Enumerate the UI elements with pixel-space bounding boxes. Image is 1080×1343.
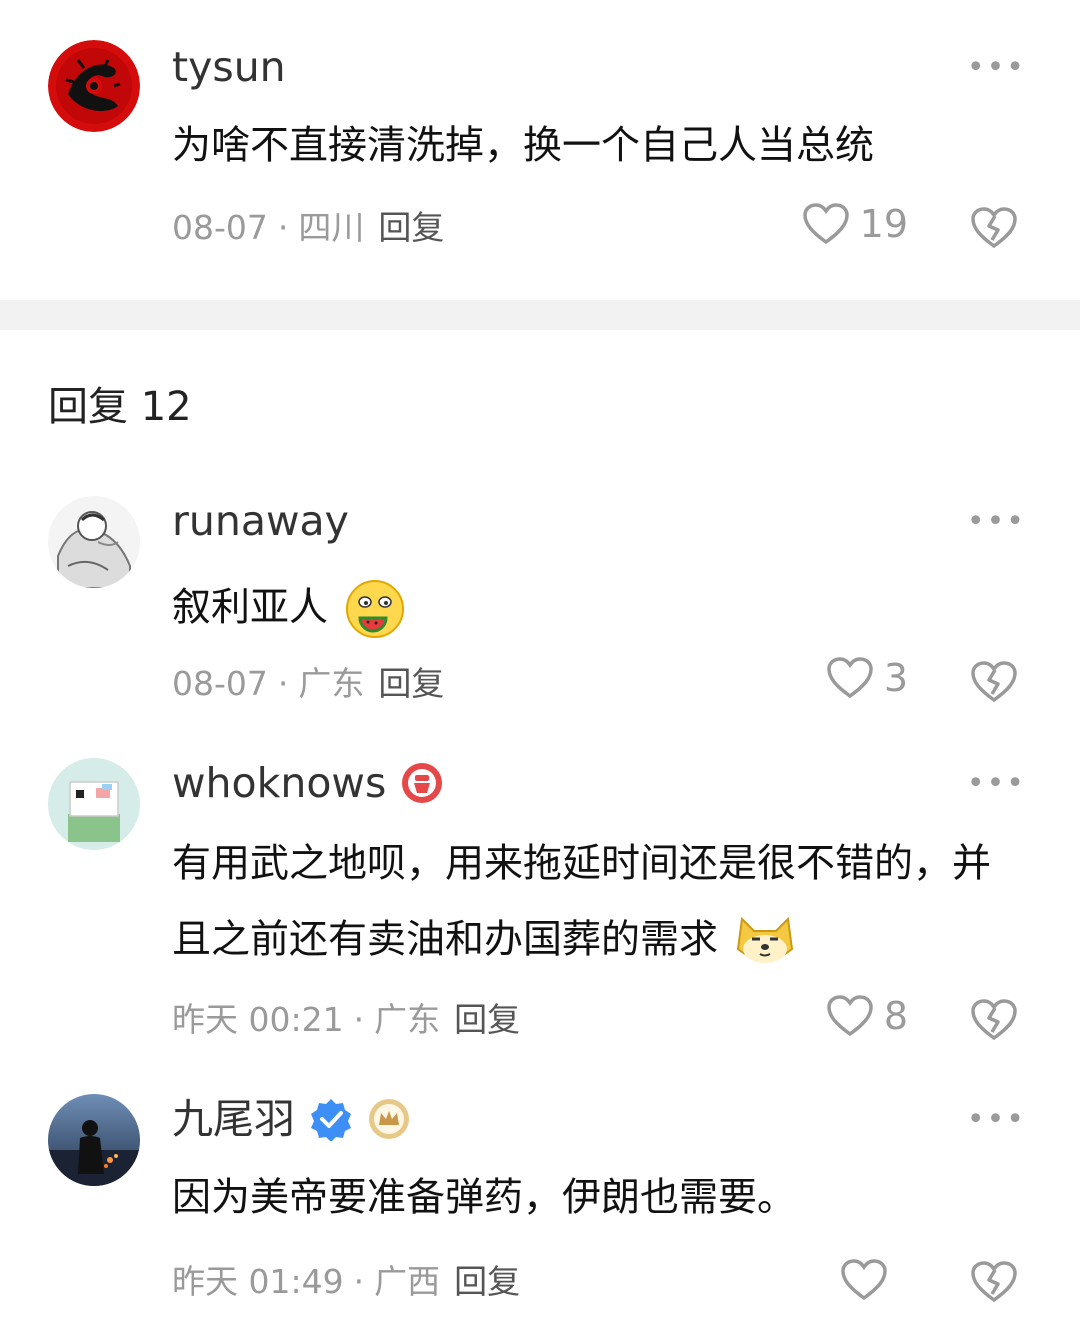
reply-button[interactable]: 回复 bbox=[378, 662, 444, 706]
eating-watermelon-emoji-icon bbox=[346, 579, 405, 638]
reply-button[interactable]: 回复 bbox=[454, 998, 520, 1042]
comment-text: 因为美帝要准备弹药，伊朗也需要。 bbox=[172, 1175, 797, 1221]
avatar[interactable] bbox=[48, 758, 140, 850]
more-options-icon[interactable]: ••• bbox=[967, 53, 1026, 83]
broken-heart-icon bbox=[971, 661, 1017, 703]
comment-date: 昨天 01:49 bbox=[172, 1262, 344, 1301]
heart-icon bbox=[841, 1259, 887, 1301]
separator-dot: · bbox=[353, 1262, 365, 1301]
more-options-icon[interactable]: ••• bbox=[967, 507, 1026, 537]
broken-heart-icon bbox=[971, 1261, 1017, 1303]
avatar[interactable] bbox=[48, 1094, 140, 1186]
dislike-button[interactable] bbox=[970, 206, 1018, 250]
like-button[interactable]: 8 bbox=[826, 994, 908, 1038]
username[interactable]: whoknows bbox=[172, 758, 444, 808]
username[interactable]: runaway bbox=[172, 496, 349, 546]
avatar[interactable] bbox=[48, 40, 140, 132]
reply-button[interactable]: 回复 bbox=[378, 206, 444, 250]
comment-meta: 昨天 01:49 · 广西 回复 bbox=[172, 1260, 520, 1304]
comment-date: 昨天 00:21 bbox=[172, 1000, 344, 1039]
comment-text: 叙利亚人 bbox=[172, 570, 992, 646]
comment-meta: 昨天 00:21 · 广东 回复 bbox=[172, 998, 520, 1042]
dislike-button[interactable] bbox=[970, 1260, 1018, 1304]
comment-date: 08-07 bbox=[172, 664, 268, 703]
dislike-button[interactable] bbox=[970, 998, 1018, 1042]
like-button[interactable] bbox=[840, 1258, 898, 1302]
username[interactable]: 九尾羽 bbox=[172, 1094, 411, 1144]
separator-dot: · bbox=[353, 1000, 365, 1039]
more-options-icon[interactable]: ••• bbox=[967, 1105, 1026, 1135]
heart-icon bbox=[802, 203, 849, 245]
red-badge-icon bbox=[400, 761, 444, 805]
like-button[interactable]: 19 bbox=[802, 202, 908, 246]
comment-meta: 08-07 · 四川 回复 bbox=[172, 206, 444, 250]
comment-location: 广西 bbox=[374, 1262, 441, 1301]
separator-dot: · bbox=[277, 664, 289, 703]
separator-dot: · bbox=[277, 208, 289, 247]
heart-icon bbox=[827, 995, 873, 1037]
comment-text: 为啥不直接清洗掉，换一个自己人当总统 bbox=[172, 123, 875, 169]
avatar[interactable] bbox=[48, 496, 140, 588]
like-count: 8 bbox=[883, 994, 908, 1038]
verified-check-icon bbox=[309, 1097, 353, 1141]
comment-date: 08-07 bbox=[172, 208, 268, 247]
comment-meta: 08-07 · 广东 回复 bbox=[172, 662, 444, 706]
dislike-button[interactable] bbox=[970, 660, 1018, 704]
replies-header: 回复 12 bbox=[48, 384, 192, 430]
like-count: 19 bbox=[859, 202, 908, 246]
comment-location: 广东 bbox=[298, 664, 365, 703]
like-button[interactable]: 3 bbox=[826, 656, 908, 700]
heart-icon bbox=[827, 657, 873, 699]
broken-heart-icon bbox=[971, 999, 1017, 1041]
comment-location: 广东 bbox=[374, 1000, 441, 1039]
section-divider bbox=[0, 300, 1080, 330]
comment-location: 四川 bbox=[298, 208, 365, 247]
more-options-icon[interactable]: ••• bbox=[967, 769, 1026, 799]
like-count: 3 bbox=[883, 656, 908, 700]
crown-badge-icon bbox=[367, 1097, 411, 1141]
reply-button[interactable]: 回复 bbox=[454, 1260, 520, 1304]
broken-heart-icon bbox=[971, 207, 1017, 249]
shiba-dog-emoji-icon bbox=[737, 916, 794, 963]
comment-text: 有用武之地呗，用来拖延时间还是很不错的，并且之前还有卖油和办国葬的需求 bbox=[172, 826, 992, 977]
username[interactable]: tysun bbox=[172, 42, 286, 92]
